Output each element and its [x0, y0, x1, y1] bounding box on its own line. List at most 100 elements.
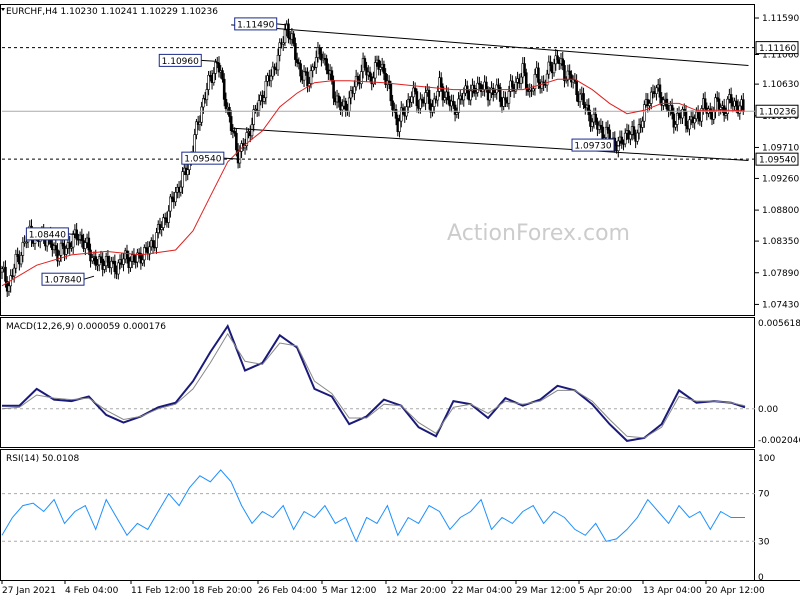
- time-tick-label: 29 Mar 12:00: [516, 586, 576, 596]
- candle-body: [205, 89, 209, 101]
- time-tick-label: 12 Mar 20:00: [386, 586, 446, 596]
- candle-body: [712, 111, 716, 120]
- chart-canvas: ActionForex.com 1.11490 1.10960 1.09540 1.0…: [0, 0, 800, 600]
- candle-body: [228, 106, 231, 117]
- candle-body: [389, 83, 393, 102]
- candle-body: [332, 79, 335, 99]
- candle-body: [623, 132, 627, 145]
- time-tick-label: 26 Feb 04:00: [258, 586, 317, 596]
- candle-body: [703, 98, 707, 109]
- candle-body: [167, 210, 170, 223]
- candle-body: [424, 92, 427, 104]
- candle-body: [670, 105, 674, 115]
- candle-body: [446, 91, 450, 101]
- macd-y-tick-label: 0.005618: [758, 319, 800, 329]
- candle-body: [269, 75, 273, 82]
- time-tick-label: 18 Feb 20:00: [193, 586, 252, 596]
- candle-body: [563, 65, 566, 81]
- price-y-tick-label: 1.09710: [762, 143, 799, 153]
- candle-body: [294, 43, 297, 60]
- candle-body: [714, 97, 717, 112]
- candle-body: [113, 260, 117, 273]
- candle-body: [212, 73, 216, 83]
- candle-body: [606, 126, 610, 131]
- candle-body: [278, 42, 282, 56]
- candle-body: [207, 74, 210, 90]
- candle-body: [549, 61, 552, 67]
- candle-body: [7, 285, 11, 292]
- candle-body: [443, 97, 446, 101]
- candle-body: [250, 124, 254, 137]
- price-tag-label: 1.11160: [759, 44, 796, 54]
- candle-body: [292, 33, 295, 44]
- candle-body: [452, 100, 455, 106]
- candle-body: [372, 77, 375, 85]
- candle-body: [221, 70, 224, 80]
- candle-body: [16, 254, 19, 257]
- price-y-tick-label: 1.11590: [762, 14, 799, 24]
- candle-body: [186, 169, 190, 176]
- candle-body: [106, 256, 110, 263]
- price-tag-label: 1.10236: [759, 108, 796, 118]
- candle-body: [594, 113, 598, 123]
- candle-body: [200, 106, 203, 123]
- candle-body: [347, 97, 351, 112]
- candle-body: [379, 67, 382, 70]
- candle-body: [665, 98, 669, 110]
- candle-body: [735, 100, 738, 107]
- macd-panel-title: MACD(12,26,9) 0.000059 0.000176: [6, 322, 166, 332]
- candle-body: [193, 134, 196, 153]
- watermark: ActionForex.com: [447, 221, 630, 246]
- candle-body: [587, 104, 591, 116]
- candle-body: [524, 72, 528, 90]
- candle-body: [356, 75, 360, 80]
- candle-body: [469, 90, 473, 101]
- candle-body: [80, 234, 84, 241]
- candle-body: [382, 63, 386, 74]
- time-tick-label: 27 Jan 2021: [2, 586, 56, 596]
- candle-body: [655, 87, 658, 94]
- candle-body: [556, 55, 559, 61]
- time-tick-label: 22 Mar 04:00: [452, 586, 512, 596]
- candle-body: [373, 62, 377, 79]
- price-y-tick-label: 1.10630: [762, 80, 799, 90]
- candle-body: [64, 248, 68, 255]
- candle-body: [125, 250, 129, 258]
- candle-body: [677, 113, 681, 116]
- candle-body: [235, 132, 238, 151]
- candle-body: [658, 84, 662, 98]
- candle-body: [94, 256, 98, 266]
- candle-body: [620, 136, 624, 144]
- time-tick-label: 11 Feb 12:00: [131, 586, 190, 596]
- candle-body: [252, 109, 256, 125]
- time-tick-label: 5 Mar 12:00: [322, 586, 377, 596]
- candle-body: [162, 217, 165, 228]
- candle-body: [179, 186, 183, 193]
- candle-body: [693, 118, 696, 124]
- callout-label: 1.10960: [162, 57, 199, 67]
- candle-body: [257, 100, 261, 111]
- macd-y-tick-label: -0.002046: [758, 436, 800, 446]
- candle-body: [151, 240, 155, 248]
- callout-label: 1.09540: [184, 155, 221, 165]
- candle-body: [401, 107, 405, 112]
- rsi-y-tick-label: 70: [758, 490, 770, 500]
- candle-body: [738, 105, 742, 114]
- price-y-tick-label: 1.08800: [762, 206, 799, 216]
- candle-body: [719, 107, 722, 110]
- candle-body: [415, 91, 419, 107]
- candle-body: [276, 54, 280, 71]
- candle-body: [436, 91, 440, 101]
- candle-body: [299, 63, 302, 77]
- time-tick-label: 4 Feb 04:00: [65, 586, 119, 596]
- candle-body: [531, 88, 535, 92]
- candle-body: [141, 259, 144, 264]
- price-panel-title: EURCHF,H4 1.10230 1.10241 1.10229 1.1023…: [6, 7, 218, 17]
- candle-body: [314, 57, 318, 68]
- candle-body: [12, 267, 16, 277]
- candle-body: [90, 257, 94, 262]
- candle-body: [84, 242, 87, 249]
- candle-body: [262, 97, 266, 102]
- candle-body: [21, 242, 25, 256]
- candle-body: [427, 89, 431, 104]
